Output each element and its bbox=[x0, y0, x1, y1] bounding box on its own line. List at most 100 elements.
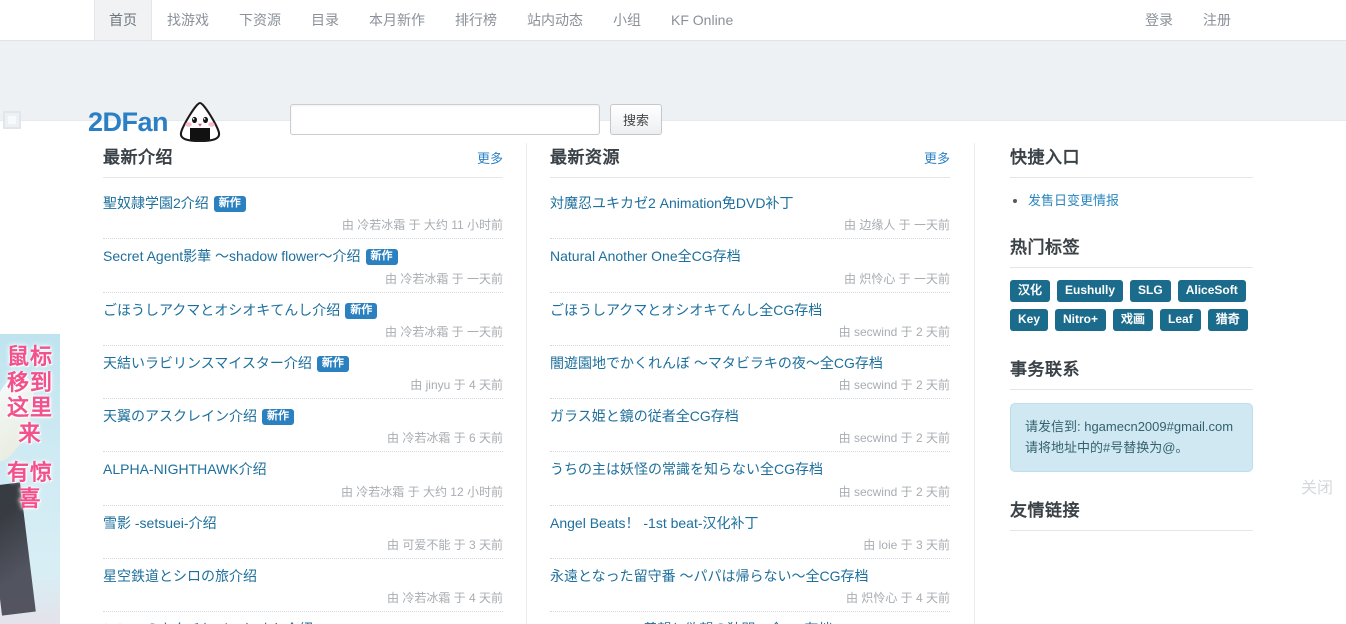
tag-chip[interactable]: SLG bbox=[1130, 280, 1171, 302]
tag-chip[interactable]: AliceSoft bbox=[1177, 280, 1246, 302]
tag-chip[interactable]: 汉化 bbox=[1010, 280, 1051, 302]
tag-chip[interactable]: 猎奇 bbox=[1207, 309, 1248, 331]
tag-chip[interactable]: Key bbox=[1010, 309, 1049, 331]
nav-primary-links: 首页 找游戏 下资源 目录 本月新作 排行榜 站内动态 小组 KF Online bbox=[94, 0, 748, 40]
item-meta: 由 jinyu 于 4 天前 bbox=[410, 378, 503, 393]
tag-chip[interactable]: Eushully bbox=[1057, 280, 1124, 302]
sidebar: 快捷入口 发售日变更情报 热门标签 汉化 Eushully SLG AliceS… bbox=[1010, 143, 1253, 624]
sidebar-contact: 事务联系 请发信到: hgamecn2009#gmail.com请将地址中的#号… bbox=[1010, 355, 1253, 472]
item-title-link[interactable]: 天翼のアスクレイン介绍 新作 bbox=[103, 406, 503, 426]
ad-banner-line-1: 鼠标移到这里来 bbox=[6, 344, 53, 446]
list-item: Secret Agent影華 ～shadow flower～介绍 新作 由 冷若冰… bbox=[103, 239, 503, 293]
search-button[interactable]: 搜索 bbox=[610, 104, 663, 135]
item-title-text: Angel Beats！ -1st beat-汉化补丁 bbox=[550, 514, 759, 531]
item-title-link[interactable]: SPOTLIGHT～羨望と欲望の狭間～全CG存档 bbox=[550, 619, 950, 624]
intro-list: 聖奴隷学園2介绍 新作 由 冷若冰霜 于 大约 11 小时前 Secret Age… bbox=[103, 186, 503, 624]
list-item: 天結いラビリンスマイスター介绍 新作 由 jinyu 于 4 天前 bbox=[103, 346, 503, 400]
register-link[interactable]: 注册 bbox=[1188, 0, 1246, 40]
quick-entry-list: 发售日变更情报 bbox=[1010, 190, 1253, 209]
nav-item-download-resources[interactable]: 下资源 bbox=[224, 0, 296, 40]
ad-banner-text: 鼠标移到这里来 有惊喜 bbox=[0, 334, 60, 511]
nav-item-label: 下资源 bbox=[239, 12, 281, 28]
item-title-link[interactable]: ALPHA-NIGHTHAWK介绍 bbox=[103, 459, 503, 479]
item-meta: 由 冷若冰霜 于 大约 12 小时前 bbox=[340, 484, 503, 499]
item-title-link[interactable]: 永遠となった留守番 ～パパは帰らない～全CG存档 bbox=[550, 566, 950, 586]
tag-chip[interactable]: 戏画 bbox=[1113, 309, 1154, 331]
item-title-link[interactable]: ココロのカタチとイロとオト介绍 bbox=[103, 619, 503, 624]
section-latest-resources: 最新资源 更多 対魔忍ユキカゼ2 Animation免DVD补丁 由 边缘人 于… bbox=[550, 143, 950, 624]
item-title-text: 聖奴隷学園2介绍 bbox=[103, 195, 209, 211]
item-title-text: うちの主は妖怪の常識を知らない全CG存档 bbox=[550, 461, 823, 478]
list-item: SPOTLIGHT～羨望と欲望の狭間～全CG存档 bbox=[550, 612, 950, 624]
more-link[interactable]: 更多 bbox=[924, 148, 950, 167]
tag-chip[interactable]: Nitro+ bbox=[1055, 309, 1107, 331]
section-header: 热门标签 bbox=[1010, 233, 1253, 268]
item-title-text: 雪影 -setsuei-介绍 bbox=[103, 514, 217, 531]
page-body: 最新介绍 更多 聖奴隷学園2介绍 新作 由 冷若冰霜 于 大约 11 小时前 Se… bbox=[0, 120, 1346, 624]
section-header: 快捷入口 bbox=[1010, 143, 1253, 178]
item-title-link[interactable]: 雪影 -setsuei-介绍 bbox=[103, 513, 503, 533]
item-title-link[interactable]: ごほうしアクマとオシオキてんし全CG存档 bbox=[550, 300, 950, 320]
nav-item-ranking[interactable]: 排行榜 bbox=[440, 0, 512, 40]
item-title-text: 対魔忍ユキカゼ2 Animation免DVD补丁 bbox=[550, 195, 794, 211]
sidebar-quick-entry: 快捷入口 发售日变更情报 bbox=[1010, 143, 1253, 209]
nav-item-label: 排行榜 bbox=[455, 12, 497, 28]
item-title-text: 天結いラビリンスマイスター介绍 bbox=[103, 354, 312, 371]
more-link[interactable]: 更多 bbox=[477, 148, 503, 167]
broken-image-icon bbox=[3, 111, 21, 129]
item-title-link[interactable]: Secret Agent影華 ～shadow flower～介绍 新作 bbox=[103, 246, 503, 266]
nav-item-home[interactable]: 首页 bbox=[94, 0, 152, 40]
nav-item-label: 小组 bbox=[613, 12, 641, 28]
new-badge: 新作 bbox=[213, 196, 246, 213]
quick-entry-link[interactable]: 发售日变更情报 bbox=[1028, 193, 1119, 208]
nav-item-kf-online[interactable]: KF Online bbox=[656, 0, 748, 40]
section-title: 最新资源 bbox=[550, 148, 620, 167]
nav-item-catalog[interactable]: 目录 bbox=[296, 0, 354, 40]
login-link[interactable]: 登录 bbox=[1130, 0, 1188, 40]
item-title-link[interactable]: うちの主は妖怪の常識を知らない全CG存档 bbox=[550, 459, 950, 479]
search-input[interactable] bbox=[290, 104, 600, 135]
item-title-link[interactable]: 星空鉄道とシロの旅介绍 bbox=[103, 566, 503, 586]
nav-item-label: 站内动态 bbox=[527, 12, 583, 28]
item-meta: 由 secwind 于 2 天前 bbox=[838, 324, 950, 339]
search-box: 搜索 bbox=[290, 104, 663, 135]
left-floating-ad-banner[interactable]: 鼠标移到这里来 有惊喜 bbox=[0, 334, 60, 624]
item-title-link[interactable]: ガラス姫と鏡の従者全CG存档 bbox=[550, 406, 950, 426]
item-meta: 由 冷若冰霜 于 6 天前 bbox=[386, 431, 503, 446]
item-meta: 由 可爱不能 于 3 天前 bbox=[386, 538, 503, 553]
nav-item-groups[interactable]: 小组 bbox=[598, 0, 656, 40]
nav-item-site-news[interactable]: 站内动态 bbox=[512, 0, 598, 40]
ad-close-button[interactable]: 关闭 bbox=[1301, 474, 1333, 498]
nav-item-monthly-new[interactable]: 本月新作 bbox=[354, 0, 440, 40]
nav-auth-links: 登录 注册 bbox=[1130, 0, 1246, 40]
onigiri-mascot-icon bbox=[177, 101, 223, 143]
nav-item-label: 首页 bbox=[109, 12, 137, 28]
item-title-link[interactable]: 闇遊園地でかくれんぼ ～マタビラキの夜～全CG存档 bbox=[550, 353, 950, 373]
list-item: 永遠となった留守番 ～パパは帰らない～全CG存档 由 炽怜心 于 4 天前 bbox=[550, 559, 950, 613]
list-item: 聖奴隷学園2介绍 新作 由 冷若冰霜 于 大约 11 小时前 bbox=[103, 186, 503, 240]
nav-item-find-games[interactable]: 找游戏 bbox=[152, 0, 224, 40]
item-title-link[interactable]: Natural Another One全CG存档 bbox=[550, 246, 950, 266]
list-item: うちの主は妖怪の常識を知らない全CG存档 由 secwind 于 2 天前 bbox=[550, 452, 950, 506]
tag-chip[interactable]: Leaf bbox=[1160, 309, 1201, 331]
ad-banner-line-2: 有惊喜 bbox=[6, 460, 53, 511]
site-logo[interactable]: 2DFan bbox=[88, 101, 223, 143]
nav-item-label: KF Online bbox=[671, 12, 734, 28]
section-header: 最新资源 更多 bbox=[550, 143, 950, 178]
top-navbar: 首页 找游戏 下资源 目录 本月新作 排行榜 站内动态 小组 KF Online… bbox=[0, 0, 1346, 41]
item-title-link[interactable]: 対魔忍ユキカゼ2 Animation免DVD补丁 bbox=[550, 193, 950, 213]
item-title-link[interactable]: 天結いラビリンスマイスター介绍 新作 bbox=[103, 353, 503, 373]
tag-cloud: 汉化 Eushully SLG AliceSoft Key Nitro+ 戏画 … bbox=[1010, 280, 1253, 331]
item-title-link[interactable]: 聖奴隷学園2介绍 新作 bbox=[103, 193, 503, 213]
section-title: 快捷入口 bbox=[1010, 148, 1080, 167]
section-header: 事务联系 bbox=[1010, 355, 1253, 390]
list-item: 対魔忍ユキカゼ2 Animation免DVD补丁 由 边缘人 于 一天前 bbox=[550, 186, 950, 240]
item-title-link[interactable]: Angel Beats！ -1st beat-汉化补丁 bbox=[550, 513, 950, 533]
item-title-link[interactable]: ごほうしアクマとオシオキてんし介绍 新作 bbox=[103, 300, 503, 320]
item-title-text: 永遠となった留守番 ～パパは帰らない～全CG存档 bbox=[550, 568, 869, 585]
item-meta: 由 炽怜心 于 4 天前 bbox=[845, 591, 950, 606]
item-title-text: 闇遊園地でかくれんぼ ～マタビラキの夜～全CG存档 bbox=[550, 354, 883, 371]
list-item: 星空鉄道とシロの旅介绍 由 冷若冰霜 于 4 天前 bbox=[103, 559, 503, 613]
section-title: 最新介绍 bbox=[103, 148, 173, 167]
item-meta: 由 冷若冰霜 于 一天前 bbox=[384, 324, 503, 339]
